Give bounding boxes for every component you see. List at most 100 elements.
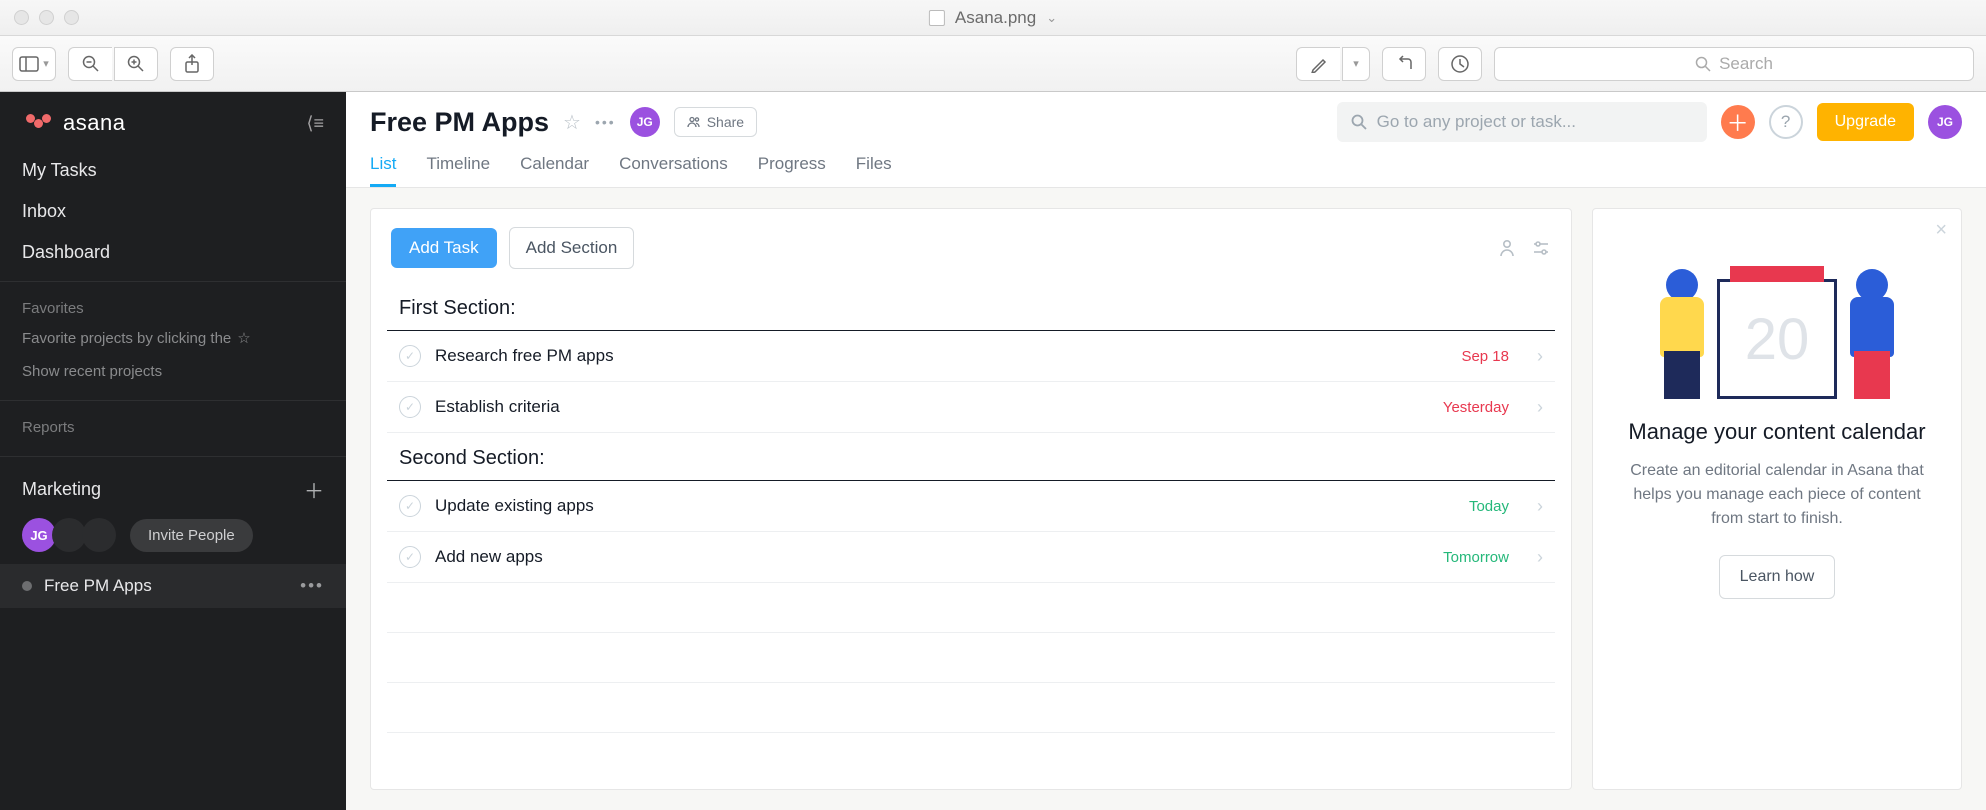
avatar-me[interactable]: JG (22, 518, 56, 552)
omnisearch-input[interactable]: Go to any project or task... (1337, 102, 1707, 142)
rotate-button[interactable] (1382, 47, 1426, 81)
task-name: Establish criteria (435, 397, 1429, 417)
collapse-sidebar-icon[interactable]: ⟨≡ (306, 113, 324, 134)
project-header: Free PM Apps ☆ ••• JG Share Go to any pr… (346, 92, 1986, 188)
task-due: Yesterday (1443, 399, 1509, 416)
info-button[interactable] (1438, 47, 1482, 81)
quick-add-button[interactable]: ＋ (1721, 105, 1755, 139)
favorites-hint: Favorite projects by clicking the ☆ (0, 323, 346, 353)
chevron-down-icon: ⌄ (1046, 10, 1057, 26)
macos-titlebar: Asana.png ⌄ (0, 0, 1986, 36)
omnisearch-placeholder: Go to any project or task... (1377, 112, 1576, 132)
promo-title: Manage your content calendar (1617, 419, 1937, 445)
avatar-empty[interactable] (52, 518, 86, 552)
team-name[interactable]: Marketing (22, 479, 101, 500)
task-due: Today (1469, 498, 1509, 515)
user-avatar[interactable]: JG (1928, 105, 1962, 139)
task-due: Sep 18 (1461, 348, 1509, 365)
tab-files[interactable]: Files (856, 154, 892, 187)
promo-card: × 20 Manage your content calendar Create… (1592, 208, 1962, 790)
task-name: Add new apps (435, 547, 1429, 567)
task-row[interactable]: ✓ Add new apps Tomorrow › (387, 532, 1555, 583)
task-due: Tomorrow (1443, 549, 1509, 566)
project-title: Free PM Apps (370, 107, 549, 138)
main-content: Free PM Apps ☆ ••• JG Share Go to any pr… (346, 92, 1986, 810)
empty-task-row[interactable] (387, 683, 1555, 733)
finder-search[interactable]: Search (1494, 47, 1974, 81)
assignee-filter-icon[interactable] (1497, 238, 1517, 258)
tab-conversations[interactable]: Conversations (619, 154, 728, 187)
section-header[interactable]: First Section: (387, 289, 1555, 331)
window-controls (0, 10, 79, 25)
nav-inbox[interactable]: Inbox (0, 191, 346, 232)
minimize-window-button[interactable] (39, 10, 54, 25)
nav-my-tasks[interactable]: My Tasks (0, 150, 346, 191)
brand-text: asana (63, 110, 125, 136)
zoom-in-button[interactable] (114, 47, 158, 81)
sidebar-project-item[interactable]: Free PM Apps ••• (0, 564, 346, 608)
window-filename: Asana.png (955, 8, 1036, 28)
task-name: Research free PM apps (435, 346, 1447, 366)
star-icon: ☆ (237, 329, 250, 347)
close-window-button[interactable] (14, 10, 29, 25)
share-button[interactable] (170, 47, 214, 81)
task-row[interactable]: ✓ Establish criteria Yesterday › (387, 382, 1555, 433)
chevron-right-icon: › (1537, 346, 1543, 367)
empty-task-row[interactable] (387, 583, 1555, 633)
share-label: Share (707, 114, 744, 130)
asana-logo-icon (22, 119, 55, 128)
search-placeholder: Search (1719, 54, 1773, 74)
calendar-icon: 20 (1717, 279, 1837, 399)
sidebar-toggle-button[interactable]: ▾ (12, 47, 56, 81)
tab-progress[interactable]: Progress (758, 154, 826, 187)
favorite-star-icon[interactable]: ☆ (563, 110, 581, 135)
chevron-right-icon: › (1537, 547, 1543, 568)
chevron-right-icon: › (1537, 496, 1543, 517)
add-project-icon[interactable]: ＋ (304, 475, 324, 504)
tab-calendar[interactable]: Calendar (520, 154, 589, 187)
filter-settings-icon[interactable] (1531, 238, 1551, 258)
promo-illustration: 20 (1617, 229, 1937, 399)
nav-dashboard[interactable]: Dashboard (0, 232, 346, 273)
search-icon (1351, 114, 1367, 130)
complete-checkbox[interactable]: ✓ (399, 495, 421, 517)
app-sidebar: asana ⟨≡ My Tasks Inbox Dashboard Favori… (0, 92, 346, 810)
share-project-button[interactable]: Share (674, 107, 757, 137)
task-name: Update existing apps (435, 496, 1455, 516)
complete-checkbox[interactable]: ✓ (399, 345, 421, 367)
task-list-panel: Add Task Add Section First Section: ✓ Re… (370, 208, 1572, 790)
project-more-icon[interactable]: ••• (595, 114, 616, 130)
close-icon[interactable]: × (1935, 219, 1947, 242)
invite-people-button[interactable]: Invite People (130, 519, 253, 552)
team-members: JG Invite People (0, 512, 346, 564)
task-row[interactable]: ✓ Research free PM apps Sep 18 › (387, 331, 1555, 382)
avatar-empty[interactable] (82, 518, 116, 552)
empty-task-row[interactable] (387, 633, 1555, 683)
view-tabs: List Timeline Calendar Conversations Pro… (346, 142, 1986, 187)
people-icon (687, 116, 701, 128)
zoom-out-button[interactable] (68, 47, 112, 81)
brand-logo[interactable]: asana (22, 110, 125, 136)
promo-cta-button[interactable]: Learn how (1719, 555, 1836, 599)
show-recent-projects[interactable]: Show recent projects (0, 353, 346, 390)
add-task-button[interactable]: Add Task (391, 228, 497, 268)
file-icon (929, 10, 945, 26)
task-row[interactable]: ✓ Update existing apps Today › (387, 481, 1555, 532)
tab-list[interactable]: List (370, 154, 396, 187)
chevron-right-icon: › (1537, 397, 1543, 418)
tab-timeline[interactable]: Timeline (426, 154, 490, 187)
add-section-button[interactable]: Add Section (509, 227, 635, 269)
zoom-window-button[interactable] (64, 10, 79, 25)
window-title[interactable]: Asana.png ⌄ (929, 8, 1057, 28)
markup-dropdown[interactable]: ▾ (1342, 47, 1370, 81)
project-menu-icon[interactable]: ••• (300, 576, 324, 596)
reports-heading[interactable]: Reports (0, 401, 346, 442)
upgrade-button[interactable]: Upgrade (1817, 103, 1914, 141)
section-header[interactable]: Second Section: (387, 439, 1555, 481)
help-button[interactable]: ? (1769, 105, 1803, 139)
markup-button[interactable] (1296, 47, 1340, 81)
complete-checkbox[interactable]: ✓ (399, 546, 421, 568)
promo-body: Create an editorial calendar in Asana th… (1617, 459, 1937, 531)
complete-checkbox[interactable]: ✓ (399, 396, 421, 418)
member-avatar[interactable]: JG (630, 107, 660, 137)
